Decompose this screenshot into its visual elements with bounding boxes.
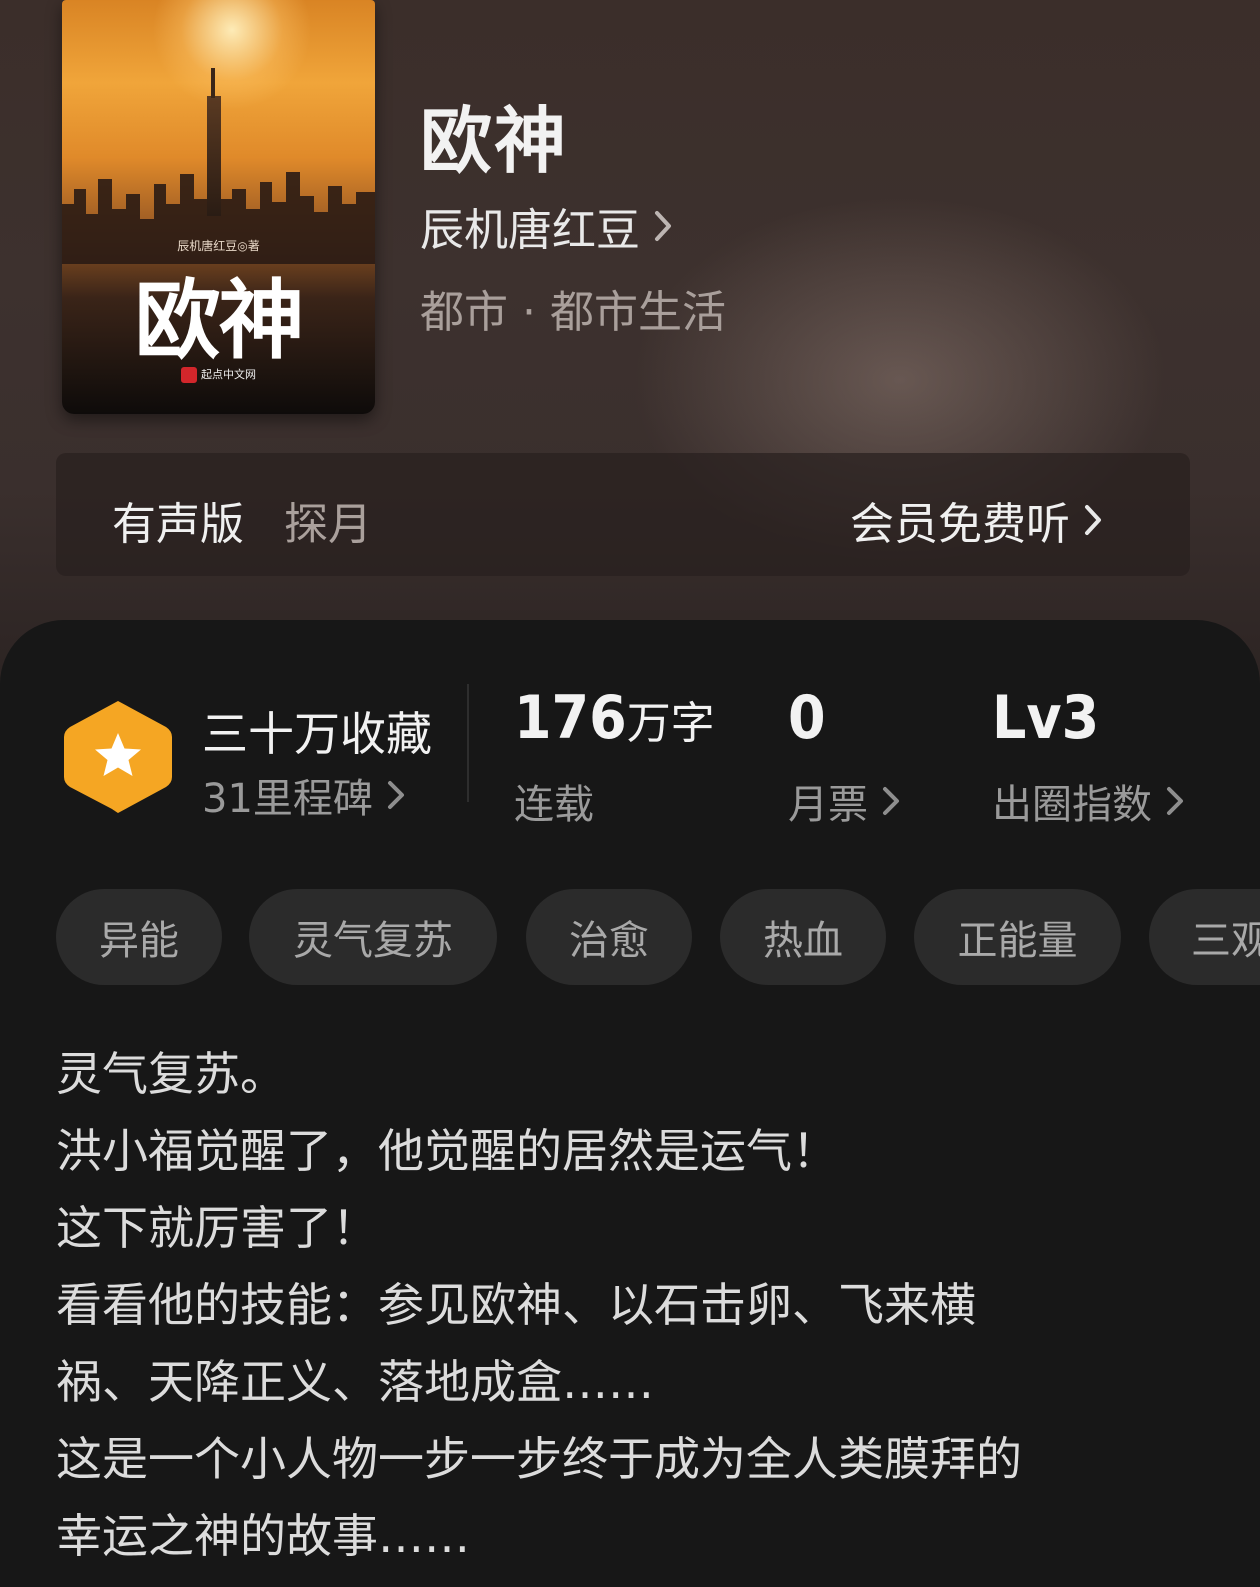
member-free-listen-button[interactable]: 会员免费听: [850, 488, 1102, 552]
book-title: 欧神: [420, 98, 569, 183]
cover-sun: [152, 0, 312, 110]
tag-chip[interactable]: 异能: [56, 889, 222, 985]
member-free-listen-label: 会员免费听: [850, 499, 1070, 550]
tag-chip[interactable]: 正能量: [914, 889, 1121, 985]
cover-tower: [207, 68, 221, 216]
word-count-number: 176: [514, 683, 627, 753]
milestones-label: 31里程碑: [202, 776, 373, 822]
book-description[interactable]: 灵气复苏。 洪小福觉醒了，他觉醒的居然是运气！ 这下就厉害了！ 看看他的技能：参…: [56, 1036, 1206, 1575]
monthly-tickets-label: 月票: [788, 782, 868, 828]
popularity-index-link[interactable]: 出圈指数: [992, 772, 1184, 830]
cover-title: 欧神: [134, 270, 305, 371]
monthly-tickets-count[interactable]: 0: [788, 683, 826, 753]
word-count: 176万字: [514, 683, 715, 753]
description-line: 祸、天降正义、落地成盒……: [56, 1355, 654, 1409]
audio-edition-label: 有声版: [112, 499, 244, 550]
cover-publisher: 起点中文网: [62, 366, 375, 383]
tag-chip[interactable]: 热血: [720, 889, 886, 985]
description-line: 看看他的技能：参见欧神、以石击卵、飞来横: [56, 1278, 976, 1332]
star-hexagon-icon[interactable]: [62, 697, 174, 817]
book-cover[interactable]: 辰机唐红豆◎著 欧神 起点中文网: [62, 0, 375, 414]
chevron-right-icon: [883, 787, 899, 815]
popularity-index-label: 出圈指数: [992, 782, 1152, 828]
description-line: 洪小福觉醒了，他觉醒的居然是运气！: [56, 1124, 838, 1178]
publisher-logo-icon: [181, 367, 197, 383]
description-line: 这下就厉害了！: [56, 1201, 378, 1255]
milestones-link[interactable]: 31里程碑: [202, 766, 405, 824]
level-value[interactable]: Lv3: [992, 683, 1099, 753]
description-line: 灵气复苏。: [56, 1047, 286, 1101]
chevron-right-icon: [1085, 505, 1101, 535]
word-count-unit: 万字: [626, 698, 715, 749]
monthly-tickets-number: 0: [788, 683, 826, 753]
chevron-right-icon: [655, 211, 671, 241]
description-line: 这是一个小人物一步一步终于成为全人类膜拜的: [56, 1432, 1022, 1486]
tag-chip[interactable]: 灵气复苏: [249, 889, 497, 985]
author-name: 辰机唐红豆: [420, 205, 640, 256]
collections-count[interactable]: 三十万收藏: [202, 698, 432, 764]
level-number: Lv3: [992, 683, 1100, 753]
tag-chip[interactable]: 三观: [1149, 889, 1260, 985]
genre-label[interactable]: 都市 · 都市生活: [420, 276, 726, 340]
chevron-right-icon: [1167, 787, 1183, 815]
tag-list: 异能 灵气复苏 治愈 热血 正能量 三观: [56, 889, 1260, 985]
author-link[interactable]: 辰机唐红豆: [420, 194, 672, 258]
description-line: 幸运之神的故事……: [56, 1509, 470, 1563]
tag-chip[interactable]: 治愈: [526, 889, 692, 985]
chevron-right-icon: [387, 781, 404, 809]
serial-status: 连载: [514, 782, 594, 828]
cover-publisher-name: 起点中文网: [201, 368, 256, 381]
audio-narrator: 探月: [284, 499, 372, 550]
stats-divider: [467, 684, 469, 802]
monthly-tickets-link[interactable]: 月票: [788, 772, 900, 830]
